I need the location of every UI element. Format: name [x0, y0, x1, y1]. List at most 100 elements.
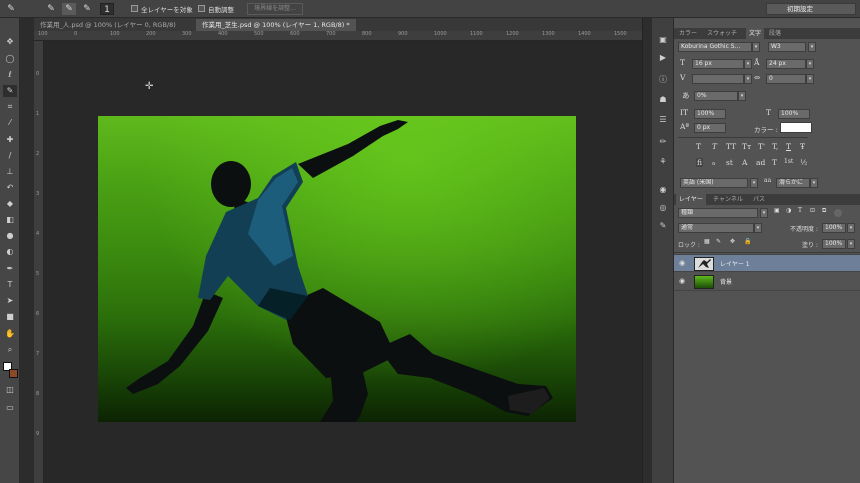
- tracking-field[interactable]: 0: [766, 74, 806, 84]
- filter-adjustment-icon[interactable]: ◑: [786, 207, 791, 214]
- faux-italic-icon[interactable]: T: [712, 142, 717, 151]
- sample-all-layers-checkbox[interactable]: [131, 5, 138, 12]
- antialias-dropdown-icon[interactable]: ▾: [810, 178, 818, 188]
- properties-panel-icon[interactable]: ☰: [656, 114, 670, 126]
- font-style-select[interactable]: W3: [768, 42, 806, 52]
- zoom-tool-icon[interactable]: ⌕: [3, 344, 17, 356]
- new-selection-icon[interactable]: ✎: [44, 3, 58, 15]
- font-style-dropdown-icon[interactable]: ▾: [808, 42, 816, 52]
- history-panel-icon[interactable]: ▣: [656, 34, 670, 46]
- visibility-eye-icon[interactable]: ◉: [679, 259, 685, 267]
- add-to-selection-icon[interactable]: ✎: [62, 3, 76, 15]
- filter-pixel-icon[interactable]: ▣: [774, 207, 780, 214]
- kerning-field[interactable]: [692, 74, 744, 84]
- shape-tool-icon[interactable]: ■: [3, 311, 17, 323]
- blend-mode-select[interactable]: 通常: [678, 223, 754, 233]
- layer-row-layer-1[interactable]: ◉ レイヤー 1: [674, 254, 860, 272]
- styles-panel-icon[interactable]: ◎: [656, 202, 670, 214]
- pen-tool-icon[interactable]: ✒: [3, 263, 17, 275]
- tab-paths[interactable]: パス: [750, 194, 768, 205]
- ordinals-icon[interactable]: 1st: [784, 158, 793, 165]
- strikethrough-icon[interactable]: Ŧ: [800, 142, 805, 151]
- healing-tool-icon[interactable]: ✚: [3, 134, 17, 146]
- path-select-tool-icon[interactable]: ➤: [3, 295, 17, 307]
- dodge-tool-icon[interactable]: ◐: [3, 246, 17, 258]
- text-color-swatch[interactable]: [780, 122, 812, 133]
- font-size-dropdown-icon[interactable]: ▾: [744, 59, 752, 69]
- fractions-icon[interactable]: ½: [800, 158, 807, 167]
- lasso-tool-icon[interactable]: ℓ: [3, 69, 17, 81]
- subtract-selection-icon[interactable]: ✎: [80, 3, 94, 15]
- refine-edge-button[interactable]: 境界線を調整...: [247, 3, 303, 15]
- leading-field[interactable]: 24 px: [766, 59, 806, 69]
- adjustments-panel-icon[interactable]: ☗: [656, 94, 670, 106]
- color-panel-icon[interactable]: ◉: [656, 184, 670, 196]
- background-color-swatch[interactable]: [9, 369, 18, 378]
- opacity-dropdown-icon[interactable]: ▾: [847, 223, 855, 233]
- brush-size-picker[interactable]: 1: [100, 3, 114, 15]
- layer-name[interactable]: レイヤー 1: [720, 259, 750, 268]
- tab-paragraph[interactable]: 段落: [766, 28, 784, 39]
- faux-bold-icon[interactable]: T: [696, 142, 701, 151]
- quick-mask-icon[interactable]: ◫: [3, 384, 17, 396]
- small-caps-icon[interactable]: Tт: [742, 142, 751, 151]
- tsume-dropdown-icon[interactable]: ▾: [738, 91, 746, 101]
- eyedropper-tool-icon[interactable]: ⁄: [3, 117, 17, 129]
- old-style-icon[interactable]: ℴ: [712, 158, 715, 167]
- quick-select-tool-icon[interactable]: ✎: [3, 85, 17, 97]
- lock-all-icon[interactable]: 🔒: [744, 238, 751, 245]
- font-family-select[interactable]: Koburina Gothic S...: [678, 42, 752, 52]
- kerning-dropdown-icon[interactable]: ▾: [744, 74, 752, 84]
- tab-document-person[interactable]: 作業用_人.psd @ 100% (レイヤー 0, RGB/8): [34, 19, 182, 31]
- tab-swatches[interactable]: スウォッチ: [704, 28, 740, 39]
- all-caps-icon[interactable]: TT: [726, 142, 736, 151]
- workspace-preset-select[interactable]: 初期設定: [766, 3, 856, 15]
- tab-document-grass[interactable]: 作業用_芝生.psd @ 100% (レイヤー 1, RGB/8) *: [196, 19, 356, 31]
- leading-dropdown-icon[interactable]: ▾: [806, 59, 814, 69]
- lock-position-icon[interactable]: ✥: [730, 238, 735, 245]
- tsume-field[interactable]: 0%: [694, 91, 738, 101]
- stamp-tool-icon[interactable]: ⊥: [3, 166, 17, 178]
- horizontal-scale-field[interactable]: 100%: [778, 109, 810, 119]
- tab-character[interactable]: 文字: [746, 28, 765, 39]
- layer-filter-dropdown-icon[interactable]: ▾: [760, 208, 768, 218]
- brush-tool-icon[interactable]: /: [3, 150, 17, 162]
- layer-row-background[interactable]: ◉ 背景: [674, 273, 860, 291]
- language-select[interactable]: 英語 (米国): [680, 178, 748, 188]
- screen-mode-icon[interactable]: ▭: [3, 402, 17, 414]
- filter-type-icon[interactable]: T: [798, 207, 802, 214]
- history-brush-tool-icon[interactable]: ↶: [3, 182, 17, 194]
- fill-dropdown-icon[interactable]: ▾: [847, 239, 855, 249]
- font-size-field[interactable]: 16 px: [692, 59, 744, 69]
- document-image[interactable]: [98, 116, 576, 422]
- brush-panel-icon[interactable]: ✏: [656, 136, 670, 148]
- actions-panel-icon[interactable]: ▶: [656, 52, 670, 64]
- baseline-shift-field[interactable]: 0 px: [694, 123, 726, 133]
- blend-mode-dropdown-icon[interactable]: ▾: [754, 223, 762, 233]
- info-panel-icon[interactable]: ⓘ: [656, 74, 670, 86]
- filter-shape-icon[interactable]: ⊡: [810, 207, 815, 214]
- vertical-scale-field[interactable]: 100%: [694, 109, 726, 119]
- filter-smart-object-icon[interactable]: ⧉: [822, 207, 826, 215]
- antialias-select[interactable]: 滑らかに: [776, 178, 810, 188]
- filter-toggle-icon[interactable]: [834, 209, 842, 217]
- subscript-icon[interactable]: T,: [772, 142, 778, 151]
- superscript-icon[interactable]: T': [758, 142, 765, 151]
- paths-panel-icon[interactable]: ✎: [656, 220, 670, 232]
- tracking-dropdown-icon[interactable]: ▾: [806, 74, 814, 84]
- language-dropdown-icon[interactable]: ▾: [750, 178, 758, 188]
- fill-field[interactable]: 100%: [822, 239, 846, 249]
- tab-color[interactable]: カラー: [676, 28, 700, 39]
- canvas-scrollbar[interactable]: [642, 18, 652, 483]
- swash-icon[interactable]: A: [742, 158, 747, 167]
- blur-tool-icon[interactable]: ●: [3, 230, 17, 242]
- eraser-tool-icon[interactable]: ◆: [3, 198, 17, 210]
- visibility-eye-icon[interactable]: ◉: [679, 277, 685, 285]
- lock-pixels-icon[interactable]: ✎: [716, 238, 721, 245]
- layer-name[interactable]: 背景: [720, 277, 732, 286]
- gradient-tool-icon[interactable]: ◧: [3, 214, 17, 226]
- move-tool-icon[interactable]: ✥: [3, 36, 17, 48]
- type-tool-icon[interactable]: T: [3, 279, 17, 291]
- lock-transparent-icon[interactable]: ▦: [704, 238, 710, 245]
- quick-selection-icon[interactable]: ✎: [4, 3, 18, 15]
